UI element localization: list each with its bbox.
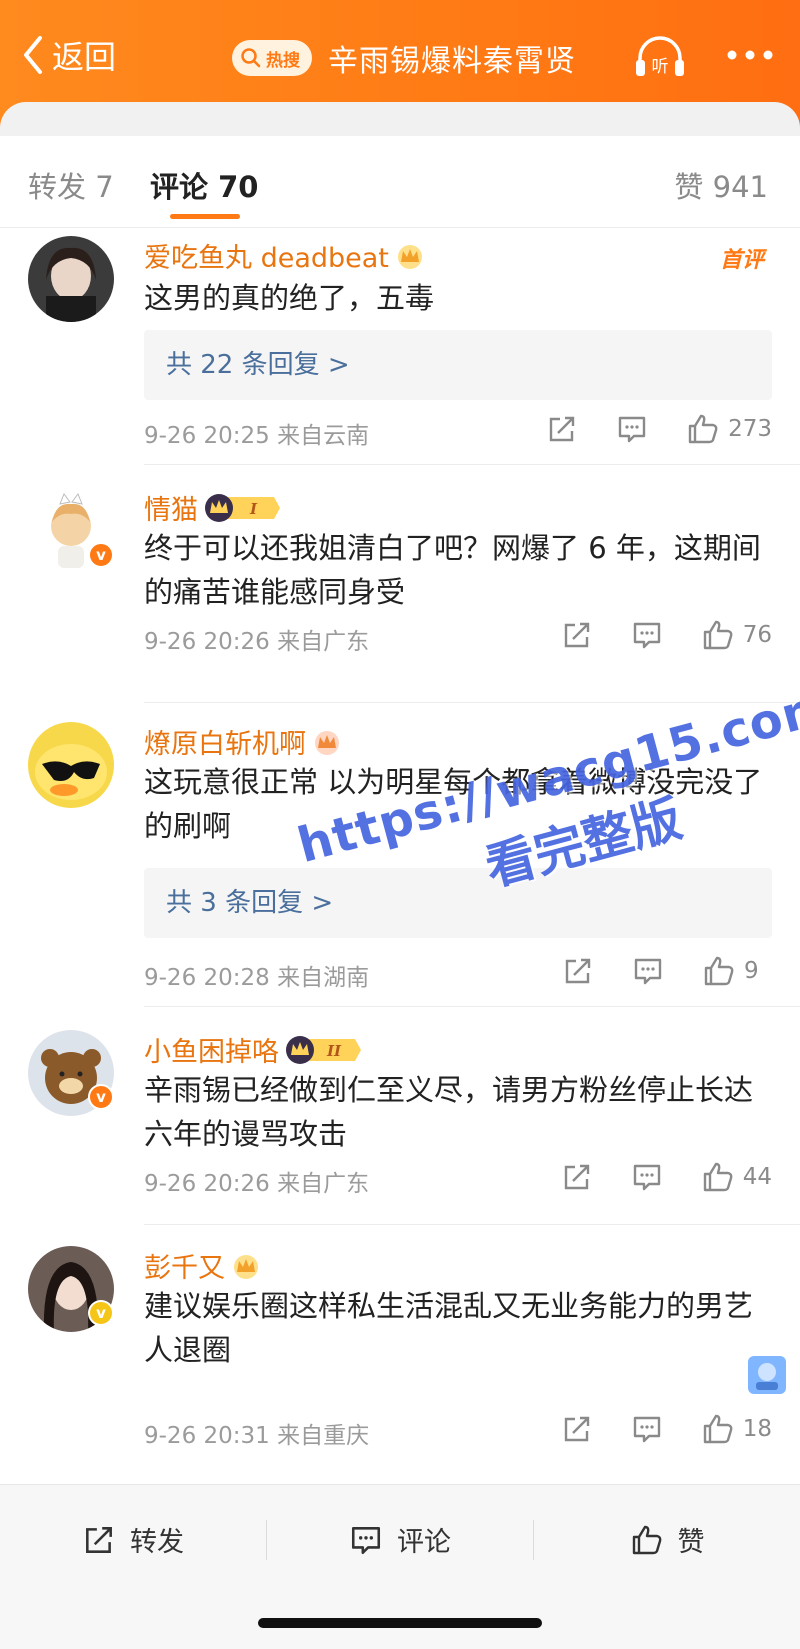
back-label: 返回 <box>52 38 117 76</box>
comment-label: 评论 <box>397 1527 451 1558</box>
comment-icon[interactable] <box>632 955 664 987</box>
listen-label: 听 <box>652 57 669 77</box>
comment-icon[interactable] <box>631 1413 663 1445</box>
avatar[interactable] <box>28 236 114 322</box>
comment-actions: 76 <box>523 618 772 652</box>
comment-actions: 18 <box>523 1412 772 1446</box>
share-icon[interactable] <box>562 955 594 987</box>
repost-label: 转发 <box>130 1527 184 1558</box>
comment-meta: 9-26 20:26 来自广东 <box>144 629 370 655</box>
comment-icon[interactable] <box>631 619 663 651</box>
first-comment-tag: 首评 <box>719 248 764 273</box>
divider <box>144 702 800 703</box>
comment-tabs: 转发 7 评论 70 赞 941 <box>0 136 800 228</box>
share-icon[interactable] <box>561 1161 593 1193</box>
like-count: 18 <box>742 1416 772 1442</box>
comment-text: 这男的真的绝了，五毒 <box>144 281 435 315</box>
comment-actions: 9 <box>524 954 772 988</box>
svg-text:I: I <box>249 500 258 518</box>
thumbs-up-icon[interactable] <box>701 618 735 652</box>
comment-icon <box>351 1526 381 1554</box>
like-count: 76 <box>742 622 772 648</box>
thumbs-up-icon <box>632 1525 661 1554</box>
hot-search-badge: 热搜 <box>232 40 312 76</box>
search-icon <box>241 48 261 68</box>
like-count: 273 <box>728 416 772 442</box>
verified-badge: v <box>88 1300 114 1326</box>
like-label: 赞 <box>677 1527 705 1558</box>
hot-search-label: 热搜 <box>266 50 300 71</box>
username[interactable]: 情猫 I <box>144 488 282 527</box>
comment-meta: 9-26 20:28 来自湖南 <box>144 965 370 991</box>
share-icon[interactable] <box>546 413 578 445</box>
vip-level-icon: I <box>205 493 280 522</box>
floating-widget-icon[interactable] <box>748 1356 786 1394</box>
like-count: 44 <box>742 1164 772 1190</box>
more-icon[interactable] <box>724 42 776 68</box>
divider <box>144 1224 800 1225</box>
headphones-icon[interactable]: 听 <box>632 30 688 80</box>
thumbs-up-icon[interactable] <box>686 412 720 446</box>
member-crown-icon <box>234 1254 258 1279</box>
share-icon <box>86 1526 112 1553</box>
comment-text: 建议娱乐圈这样私生活混乱又无业务能力的男艺人退圈 <box>144 1289 754 1367</box>
comment-button[interactable]: 评论 <box>267 1485 533 1594</box>
share-icon[interactable] <box>561 1413 593 1445</box>
comment-meta: 9-26 20:26 来自广东 <box>144 1171 370 1197</box>
member-crown-icon <box>315 730 339 755</box>
vip-level-icon: II <box>286 1035 361 1064</box>
avatar[interactable] <box>28 722 114 808</box>
bottom-action-bar: 转发 评论 赞 <box>0 1484 800 1594</box>
like-count: 9 <box>744 958 759 984</box>
comment-actions: 273 <box>508 412 772 446</box>
page-title: 辛雨锡爆料秦霄贤 <box>328 44 576 79</box>
comment-icon[interactable] <box>616 413 648 445</box>
view-replies-button[interactable]: 共 3 条回复 > <box>144 868 772 938</box>
topic-title-group[interactable]: 热搜 辛雨锡爆料秦霄贤 <box>232 36 576 80</box>
chevron-left-icon <box>24 36 42 74</box>
repost-button[interactable]: 转发 <box>0 1485 266 1594</box>
username[interactable]: 爱吃鱼丸 deadbeat <box>144 236 425 275</box>
thumbs-up-icon[interactable] <box>702 954 736 988</box>
tab-like[interactable]: 赞 941 <box>674 164 768 206</box>
member-crown-icon <box>397 244 422 269</box>
comment-text: 辛雨锡已经做到仁至义尽，请男方粉丝停止长达六年的谩骂攻击 <box>144 1073 754 1151</box>
home-indicator[interactable] <box>258 1618 542 1628</box>
comment-meta: 9-26 20:25 来自云南 <box>144 423 370 449</box>
active-tab-indicator <box>170 214 240 219</box>
verified-badge: v <box>88 1084 114 1110</box>
verified-badge: v <box>88 542 114 568</box>
svg-text:II: II <box>326 1042 342 1060</box>
comment-meta: 9-26 20:31 来自重庆 <box>144 1423 370 1449</box>
comment-text: 终于可以还我姐清白了吧？网爆了 6 年，这期间的痛苦谁能感同身受 <box>144 531 761 609</box>
thumbs-up-icon[interactable] <box>701 1412 735 1446</box>
like-button[interactable]: 赞 <box>534 1485 800 1594</box>
username[interactable]: 小鱼困掉咯 II <box>144 1030 363 1069</box>
comment-actions: 44 <box>523 1160 772 1194</box>
back-button[interactable]: 返回 <box>20 30 116 80</box>
username[interactable]: 燎原白斩机啊 <box>144 722 342 761</box>
divider <box>144 1006 800 1007</box>
view-replies-button[interactable]: 共 22 条回复 > <box>144 330 772 400</box>
divider <box>144 464 800 465</box>
username[interactable]: 彭千又 <box>144 1246 261 1285</box>
comment-icon[interactable] <box>631 1161 663 1193</box>
tab-comment[interactable]: 评论 70 <box>150 164 258 206</box>
share-icon[interactable] <box>561 619 593 651</box>
comment-text: 这玩意很正常 以为明星每个都拿着微博没完没了的刷啊 <box>144 765 763 843</box>
tab-repost[interactable]: 转发 7 <box>28 164 114 206</box>
thumbs-up-icon[interactable] <box>701 1160 735 1194</box>
